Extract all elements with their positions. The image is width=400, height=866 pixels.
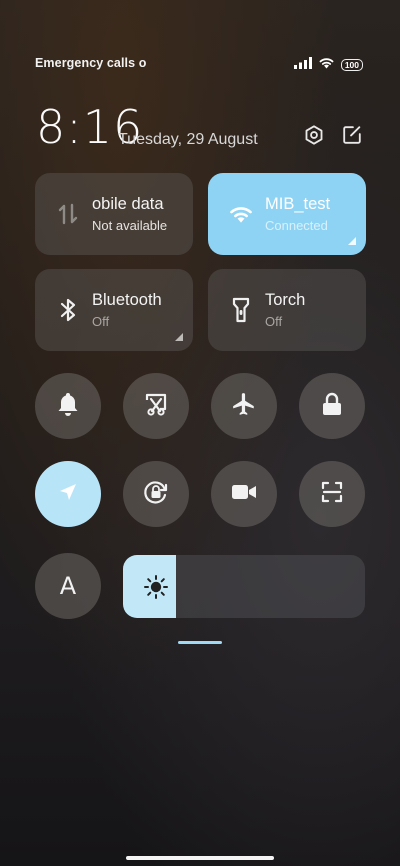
toggle-location[interactable]: [35, 461, 101, 527]
lock-icon: [321, 392, 343, 421]
toggle-lock-screen[interactable]: [299, 373, 365, 439]
settings-icon: [303, 124, 325, 151]
toggle-rotation-lock[interactable]: [123, 461, 189, 527]
video-camera-icon: [231, 482, 257, 507]
battery-icon: 100: [340, 59, 363, 71]
airplane-icon: [231, 391, 257, 422]
reading-mode-label: A: [59, 572, 77, 600]
expand-corner-icon[interactable]: [175, 333, 183, 341]
bluetooth-status: Off: [92, 314, 110, 329]
status-icons: 100: [293, 56, 363, 74]
toggle-mute[interactable]: [35, 373, 101, 439]
toggle-airplane-mode[interactable]: [211, 373, 277, 439]
edit-button[interactable]: [340, 125, 364, 149]
wifi-tile-icon: [228, 201, 254, 227]
mobile-data-icon: [55, 201, 81, 227]
signal-icon: [293, 56, 312, 74]
settings-button[interactable]: [302, 124, 326, 151]
screenshot-icon: [143, 391, 169, 422]
tile-mobile-data[interactable]: obile data Not available: [35, 173, 193, 255]
toggle-scanner[interactable]: [299, 461, 365, 527]
brightness-slider[interactable]: [123, 555, 365, 618]
tile-torch[interactable]: Torch Off: [208, 269, 366, 351]
expand-corner-icon[interactable]: [348, 237, 356, 245]
torch-title: Torch: [265, 291, 306, 309]
torch-icon: [228, 297, 254, 323]
carrier-status-text: Emergency calls o: [35, 56, 147, 70]
rotation-lock-icon: [142, 478, 170, 511]
wifi-status: Connected: [265, 218, 328, 233]
mobile-data-subtitle: Not available: [92, 218, 168, 233]
home-indicator[interactable]: [126, 856, 274, 860]
bluetooth-icon: [55, 297, 81, 323]
bell-icon: [56, 391, 80, 422]
scanner-icon: [320, 480, 344, 509]
torch-status: Off: [265, 314, 283, 329]
wifi-network-name: MIB_test: [265, 195, 331, 213]
tile-wifi[interactable]: MIB_test Connected: [208, 173, 366, 255]
toggle-screenshot[interactable]: [123, 373, 189, 439]
mobile-data-title: obile data: [92, 195, 164, 213]
toggle-screen-recorder[interactable]: [211, 461, 277, 527]
sun-icon: [143, 574, 169, 600]
edit-icon: [341, 124, 363, 151]
pull-handle[interactable]: [178, 641, 222, 644]
status-bar: Emergency calls o 100: [35, 56, 363, 72]
location-icon: [58, 482, 78, 507]
wifi-icon: [318, 56, 335, 74]
date-label: Tuesday, 29 August: [118, 131, 258, 148]
tile-bluetooth[interactable]: Bluetooth Off: [35, 269, 193, 351]
toggle-reading-mode[interactable]: A: [35, 553, 101, 619]
bluetooth-title: Bluetooth: [92, 291, 162, 309]
